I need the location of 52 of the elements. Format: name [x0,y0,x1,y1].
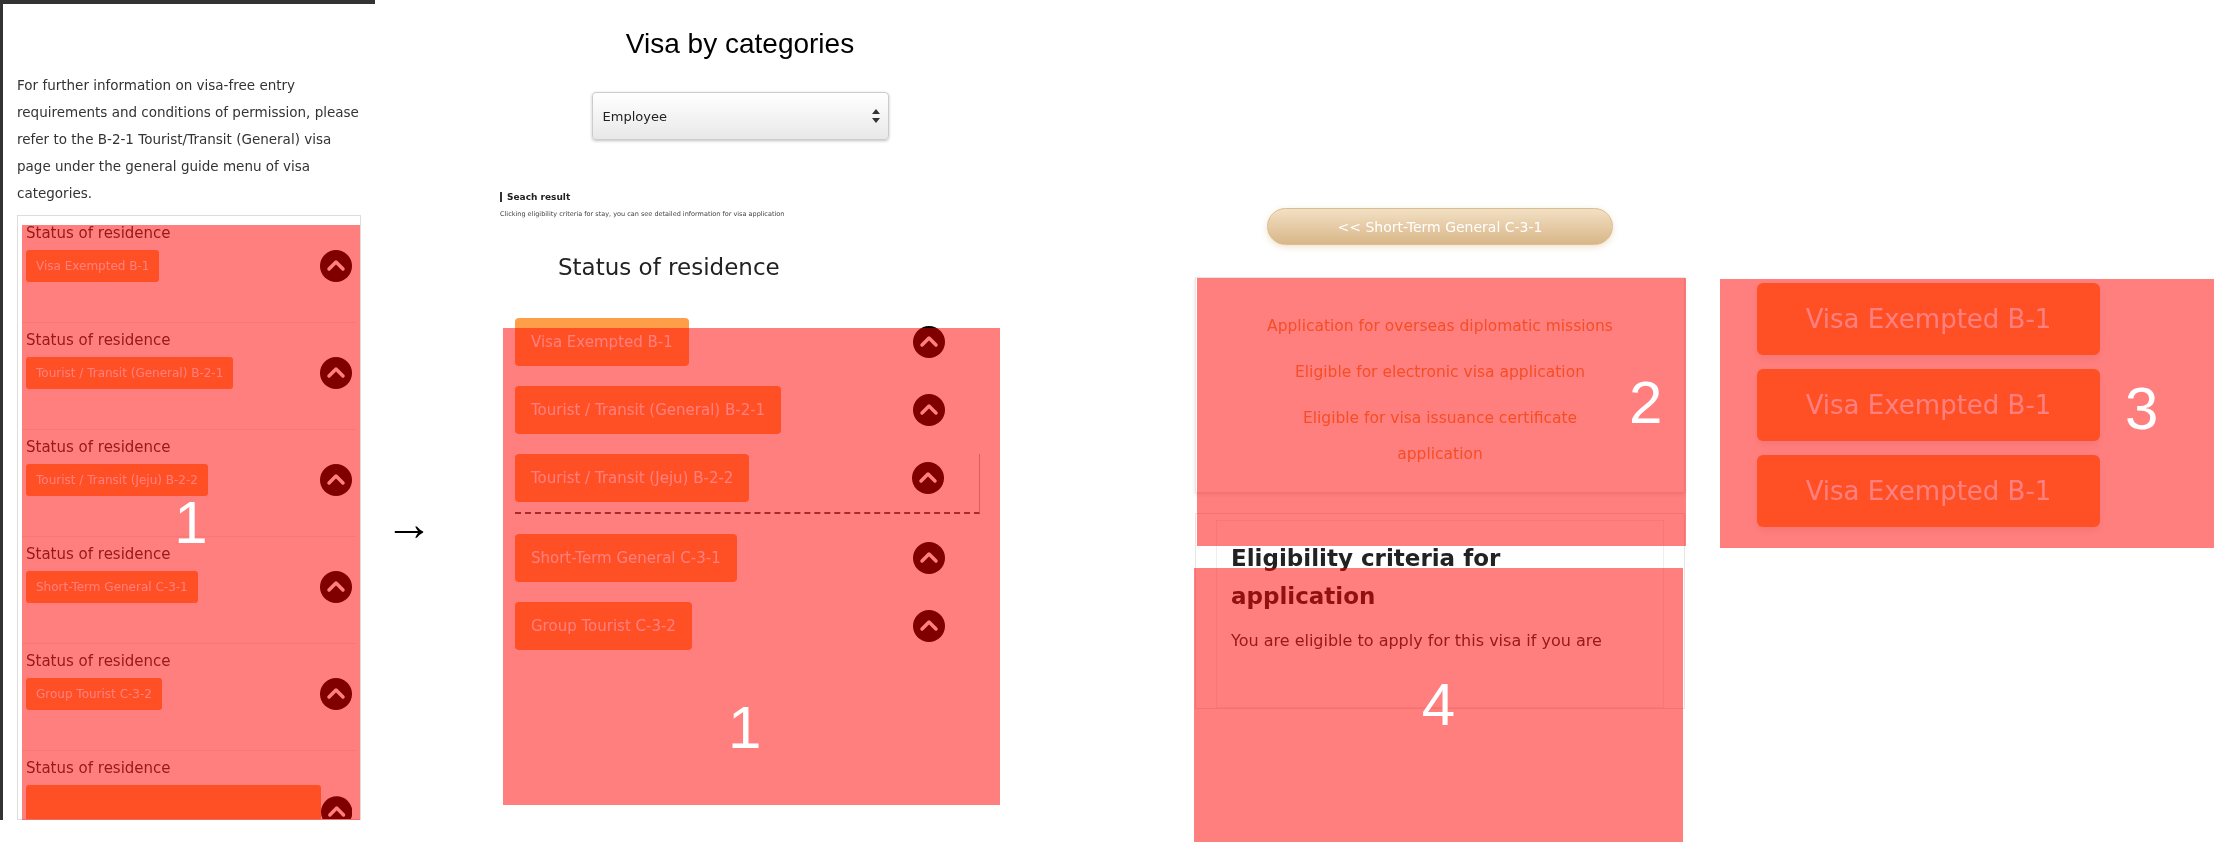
chevron-up-icon[interactable] [320,796,352,819]
visa-chip[interactable]: Tourist / Transit (Jeju) B-2-2 [515,454,750,502]
status-label: Status of residence [26,438,172,456]
chevron-up-icon[interactable] [913,610,945,642]
chevron-up-icon[interactable] [912,462,944,494]
chevron-up-icon[interactable] [320,357,352,389]
chevron-up-icon[interactable] [320,464,352,496]
status-label: Status of residence [26,224,172,242]
visa-chip[interactable]: Tourist / Transit (Jeju) B-2-2 [26,464,208,496]
category-select[interactable]: Employee [591,92,889,140]
chevron-up-icon[interactable] [320,571,352,603]
visa-chip[interactable]: Visa Exempted B-1 [1757,369,2100,441]
visa-chip[interactable]: Short-Term General C-3-1 [515,534,737,582]
visa-chip[interactable]: Short-Term General C-3-1 [26,571,198,603]
chevron-up-icon[interactable] [913,326,945,358]
criteria-text: You are eligible to apply for this visa if you are [1231,630,1603,652]
callout-number: 3 [2125,379,2159,439]
visa-chip[interactable]: Visa Exempted B-1 [1757,455,2100,527]
page-title: Visa by categories [625,28,855,60]
callout-number: 2 [1629,373,1663,433]
status-label: Status of residence [26,331,172,349]
chevron-up-icon[interactable] [913,542,945,574]
result-row[interactable]: Visa Exempted B-1 [515,318,980,366]
result-row[interactable]: Group Tourist C-3-2 [515,602,980,650]
result-row[interactable]: Short-Term General C-3-1 [515,534,980,582]
visa-chip[interactable]: Tourist / Transit (General) B-2-1 [26,357,234,389]
callout-number: 4 [1421,675,1456,735]
option-link[interactable]: Eligible for visa issuance certificate application [1261,400,1619,472]
visa-chip[interactable]: Visa Exempted B-1 [515,318,689,366]
info-paragraph: For further information on visa-free entry requirements and conditions of permission, please refer to the B-2-1 Tourist/Transit (General) visa page under the general guide menu of visa categories. [17,76,360,203]
section-title: Status of residence [558,254,780,280]
chevron-up-icon[interactable] [320,250,352,282]
result-row[interactable]: Tourist / Transit (Jeju) B-2-2 [515,454,980,514]
result-heading: Seach result [500,192,1000,202]
status-label: Status of residence [26,545,172,563]
chevron-up-icon[interactable] [320,678,352,710]
up-down-icon [871,109,880,123]
option-link[interactable]: Eligible for electronic visa application [1261,354,1619,390]
callout-number: 1 [728,698,762,758]
visa-chip[interactable]: Group Tourist C-3-2 [26,678,162,710]
visa-chip[interactable]: Tourist / Transit (General) B-2-1 [515,386,782,434]
arrow-text: → [385,500,433,548]
visa-chip[interactable]: Visa Exempted B-1 [26,250,160,282]
option-link[interactable]: Application for overseas diplomatic missions [1261,308,1619,344]
back-button[interactable]: << Short-Term General C-3-1 [1267,208,1613,245]
criteria-title: Eligibility criteria for application [1231,544,1502,611]
status-label: Status of residence [26,759,172,777]
status-label: Status of residence [26,652,172,670]
chevron-up-icon[interactable] [913,394,945,426]
result-row[interactable]: Tourist / Transit (General) B-2-1 [515,386,980,434]
visa-chip[interactable]: Group Tourist C-3-2 [515,602,692,650]
visa-chip[interactable]: Visa Exempted B-1 [1757,283,2100,355]
